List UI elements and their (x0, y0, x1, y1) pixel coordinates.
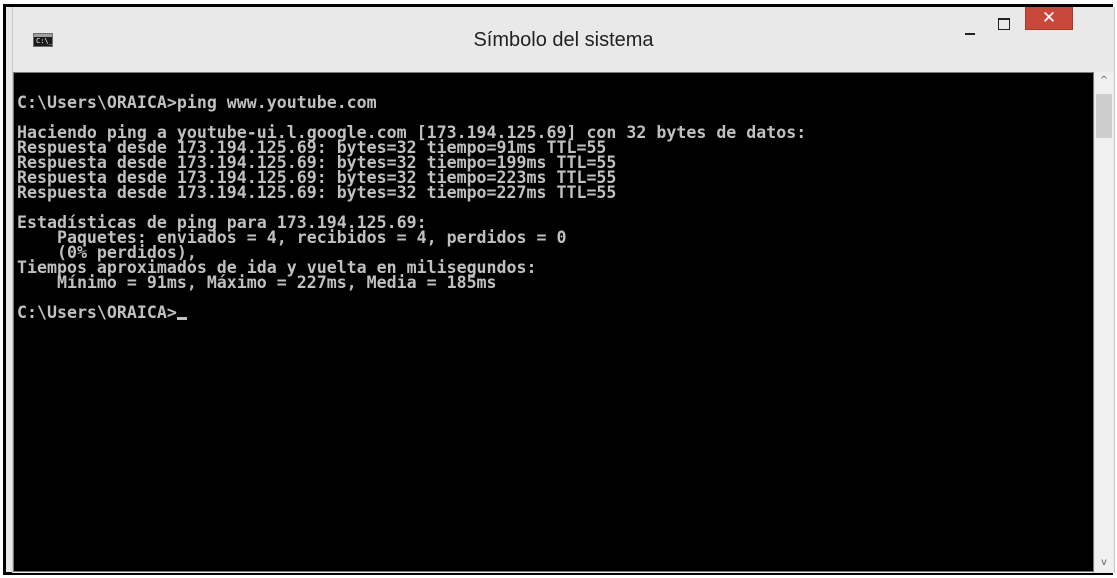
window-title: Símbolo del sistema (473, 29, 654, 51)
console-output[interactable]: C:\Users\ORAICA>ping www.youtube.com Haci… (13, 72, 1094, 572)
console-line: Mínimo = 91ms, Máximo = 227ms, Media = 1… (17, 273, 497, 292)
scroll-up-arrow-icon[interactable]: ^ (1095, 72, 1113, 90)
console-prompt: C:\Users\ORAICA> (17, 303, 177, 322)
screenshot-frame: C:\_ Símbolo del sistema ✕ C:\Users\ORAI… (3, 4, 1115, 575)
minimize-button[interactable] (956, 19, 984, 41)
scroll-thumb[interactable] (1096, 94, 1112, 138)
close-icon: ✕ (1041, 8, 1057, 28)
close-button[interactable]: ✕ (1025, 7, 1073, 30)
scroll-down-arrow-icon[interactable]: v (1095, 554, 1113, 572)
maximize-icon (998, 18, 1010, 30)
title-bar[interactable]: C:\_ Símbolo del sistema ✕ (13, 7, 1114, 69)
vertical-scrollbar[interactable]: ^ v (1095, 72, 1113, 572)
command-prompt-window: C:\_ Símbolo del sistema ✕ C:\Users\ORAI… (12, 7, 1115, 573)
console-text: C:\Users\ORAICA>ping www.youtube.com Haci… (17, 93, 806, 322)
text-cursor (176, 317, 187, 320)
console-line: C:\Users\ORAICA>ping www.youtube.com (17, 93, 377, 112)
console-prompt-line[interactable]: C:\Users\ORAICA> (17, 303, 806, 322)
minimize-icon (965, 33, 975, 35)
maximize-button[interactable] (990, 13, 1018, 35)
console-line: Respuesta desde 173.194.125.69: bytes=32… (17, 183, 617, 202)
